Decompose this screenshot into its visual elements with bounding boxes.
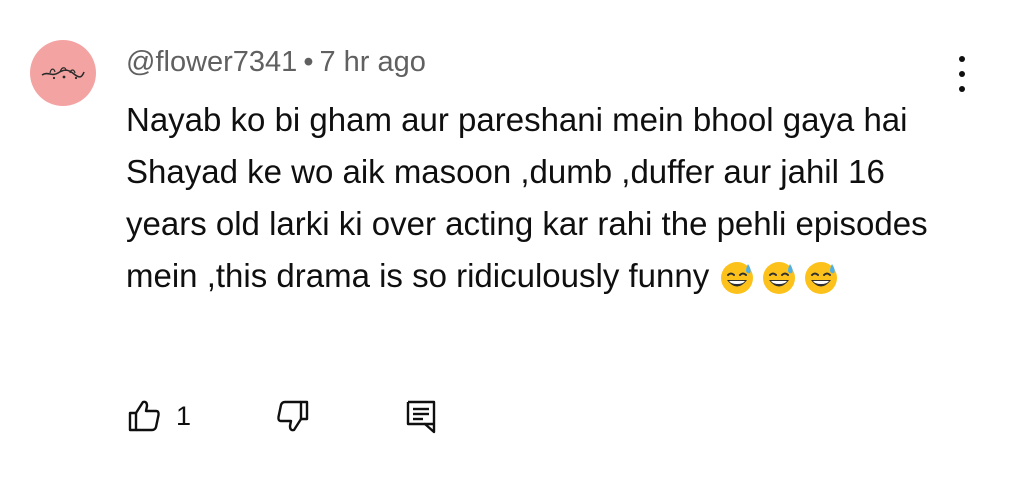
like-count: 1 (176, 400, 192, 431)
grinning-face-with-sweat-icon (721, 262, 754, 295)
grinning-face-with-sweat-icon (805, 262, 838, 295)
reply-comment-icon (406, 400, 436, 434)
more-vertical-icon[interactable] (944, 52, 980, 96)
comment-text-block: Nayab ko bi gham aur pareshani mein bhoo… (126, 94, 936, 302)
thumbs-down-icon (277, 400, 309, 432)
dislike-button[interactable] (275, 398, 311, 434)
like-button[interactable]: 1 (126, 398, 191, 434)
timestamp: 7 hr ago (319, 46, 426, 78)
author-handle[interactable]: @flower7341 (126, 46, 297, 78)
comment-card: @flower7341 • 7 hr ago Nayab ko bi gham au… (0, 0, 1024, 479)
avatar-flourish-icon (41, 67, 85, 80)
grinning-face-with-sweat-icon (763, 262, 796, 295)
emoji-group (719, 260, 839, 296)
separator-dot: • (303, 46, 314, 78)
comment-header: @flower7341 • 7 hr ago (126, 42, 426, 82)
avatar[interactable] (30, 40, 96, 106)
reply-button[interactable] (403, 397, 439, 435)
thumbs-up-icon (128, 400, 160, 432)
comment-actions: 1 (126, 392, 439, 440)
